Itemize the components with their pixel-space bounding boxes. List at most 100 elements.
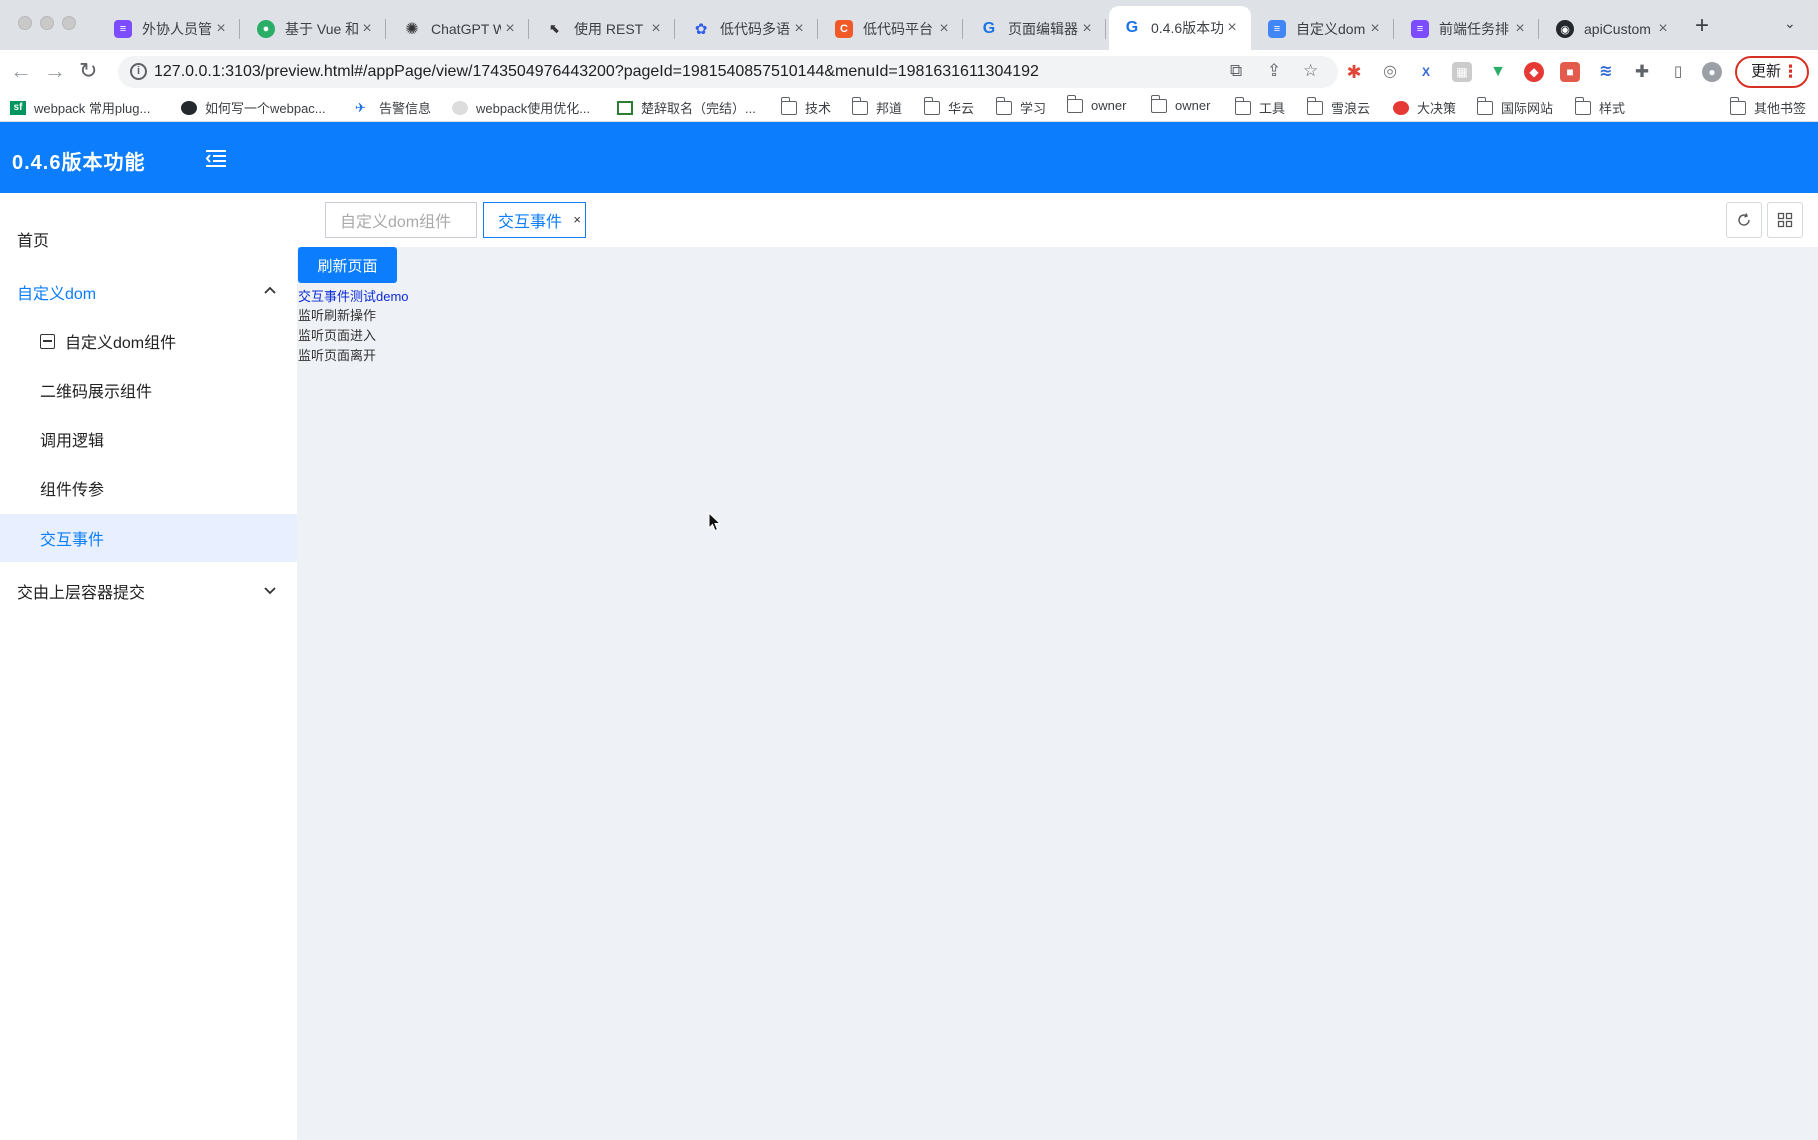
extension-shield-icon[interactable]: ◆: [1524, 62, 1544, 82]
bookmark-folder[interactable]: 国际网站: [1476, 96, 1553, 117]
close-icon[interactable]: ×: [212, 20, 230, 38]
tab-title: 自定义dom: [1296, 21, 1366, 37]
close-icon[interactable]: ×: [1366, 20, 1384, 38]
bookmark-folder[interactable]: 工具: [1234, 96, 1285, 117]
plane-icon: ✈: [355, 99, 366, 115]
window-close-button[interactable]: [18, 16, 32, 30]
bookmark-item[interactable]: 楚辞取名（完结）...: [617, 98, 756, 117]
egg-icon: [452, 100, 468, 115]
close-icon[interactable]: ×: [790, 20, 808, 38]
page-tabs-bar: 自定义dom组件 交互事件 ×: [297, 193, 1818, 247]
browser-tab[interactable]: ⬉ 使用 REST ×: [532, 8, 675, 50]
extension-eye-icon[interactable]: ◎: [1380, 62, 1400, 82]
browser-tab-active[interactable]: G 0.4.6版本功 ×: [1109, 6, 1251, 50]
browser-tab[interactable]: ✿ 低代码多语 ×: [678, 8, 818, 50]
menu-item-interaction-events[interactable]: 交互事件: [0, 514, 297, 562]
new-tab-button[interactable]: +: [1695, 12, 1709, 40]
bookmark-folder[interactable]: 雪浪云: [1306, 96, 1370, 117]
tab-title: 前端任务排: [1439, 21, 1509, 37]
close-icon[interactable]: ×: [573, 212, 581, 227]
folder-icon: [1476, 96, 1493, 115]
browser-tab[interactable]: ● 基于 Vue 和 ×: [243, 8, 386, 50]
layout-grid-button[interactable]: [1767, 202, 1803, 238]
share-icon[interactable]: ⇪: [1267, 61, 1281, 81]
menu-label: 交互事件: [40, 532, 105, 549]
bookmark-item[interactable]: sf webpack 常用plug...: [10, 98, 150, 117]
extension-colorful-icon[interactable]: ✱: [1344, 62, 1364, 82]
browser-tab[interactable]: ✺ ChatGPT W ×: [389, 8, 529, 50]
tab-search-icon[interactable]: ⌄: [1784, 15, 1796, 32]
vue-devtools-icon[interactable]: ▼: [1488, 62, 1508, 82]
refresh-page-button[interactable]: 刷新页面: [298, 247, 397, 283]
window-zoom-button[interactable]: [62, 16, 76, 30]
browser-tab[interactable]: C 低代码平台 ×: [821, 8, 963, 50]
bookmark-label: 楚辞取名（完结）...: [641, 101, 756, 116]
menu-item-component-params[interactable]: 组件传参: [0, 464, 297, 512]
menu-item-call-logic[interactable]: 调用逻辑: [0, 415, 297, 463]
bookmark-star-icon[interactable]: ☆: [1303, 61, 1318, 81]
translate-icon[interactable]: ⧉: [1230, 61, 1242, 81]
bookmark-item[interactable]: webpack使用优化...: [452, 98, 590, 117]
tab-title: 低代码多语: [720, 21, 790, 37]
update-button[interactable]: 更新 ⋮: [1735, 56, 1809, 88]
bookmarks-bar: sf webpack 常用plug... 如何写一个webpac... ✈ 告警信息…: [0, 94, 1818, 122]
other-bookmarks-folder[interactable]: 其他书签: [1729, 96, 1806, 117]
bookmark-folder[interactable]: 邦道: [851, 96, 903, 117]
bookmark-item[interactable]: 如何写一个webpac...: [181, 98, 326, 117]
extension-cube-icon[interactable]: ■: [1560, 62, 1580, 82]
menu-item-custom-dom-component[interactable]: 自定义dom组件: [0, 317, 297, 365]
tab-title: 0.4.6版本功: [1151, 20, 1223, 36]
bookmark-folder[interactable]: 样式: [1574, 96, 1625, 117]
bookmark-folder[interactable]: owner: [1150, 94, 1211, 113]
bookmark-label: 邦道: [876, 101, 903, 116]
extensions-puzzle-icon[interactable]: ✚: [1632, 62, 1652, 82]
extension-layers-icon[interactable]: ≋: [1596, 62, 1616, 82]
browser-tab[interactable]: ≡ 自定义dom ×: [1254, 8, 1394, 50]
extension-qr-icon[interactable]: ▦: [1452, 62, 1472, 82]
bookmark-item[interactable]: ✈ 告警信息: [355, 98, 431, 117]
bookmark-folder[interactable]: 华云: [923, 96, 975, 117]
tab-title: 基于 Vue 和: [285, 21, 358, 37]
close-icon[interactable]: ×: [358, 20, 376, 38]
menu-group-submit[interactable]: 交由上层容器提交: [0, 567, 297, 615]
menu-item-home[interactable]: 首页: [0, 215, 297, 263]
close-icon[interactable]: ×: [1223, 19, 1241, 37]
browser-tab-strip: ≡ 外协人员管 × ● 基于 Vue 和 × ✺ ChatGPT W × ⬉ 使…: [0, 0, 1818, 50]
close-icon[interactable]: ×: [647, 20, 665, 38]
profile-avatar-icon[interactable]: ●: [1702, 62, 1722, 82]
page-tab-custom-dom-component[interactable]: 自定义dom组件: [325, 202, 477, 238]
demo-title: 交互事件测试demo: [298, 289, 409, 304]
bookmark-item[interactable]: 大决策: [1393, 98, 1456, 117]
forward-icon[interactable]: →: [44, 58, 66, 84]
close-icon[interactable]: ×: [935, 20, 953, 38]
address-bar[interactable]: i 127.0.0.1:3103/preview.html#/appPage/v…: [118, 56, 1338, 88]
refresh-tab-button[interactable]: [1726, 202, 1762, 238]
page-tab-interaction-events[interactable]: 交互事件 ×: [483, 202, 586, 238]
bookmark-folder[interactable]: 技术: [780, 96, 831, 117]
browser-tab[interactable]: G 页面编辑器 ×: [966, 8, 1106, 50]
bookmark-folder[interactable]: owner: [1066, 94, 1126, 113]
site-info-icon[interactable]: i: [130, 63, 147, 80]
folder-icon: [851, 96, 868, 115]
browser-tab[interactable]: ≡ 前端任务排 ×: [1397, 8, 1539, 50]
back-icon[interactable]: ←: [10, 58, 32, 84]
menu-fold-icon[interactable]: [205, 149, 227, 167]
menu-group-custom-dom[interactable]: 自定义dom: [0, 268, 297, 316]
url-text[interactable]: 127.0.0.1:3103/preview.html#/appPage/vie…: [154, 63, 1039, 81]
browser-tab[interactable]: ≡ 外协人员管 ×: [100, 8, 240, 50]
close-icon[interactable]: ×: [1654, 20, 1672, 38]
close-icon[interactable]: ×: [1078, 20, 1096, 38]
menu-label: 自定义dom: [17, 286, 97, 303]
bookmark-folder[interactable]: 学习: [995, 96, 1046, 117]
side-panel-icon[interactable]: ▯: [1668, 62, 1688, 82]
menu-item-qrcode-component[interactable]: 二维码展示组件: [0, 366, 297, 414]
bookmark-label: 如何写一个webpac...: [205, 101, 326, 116]
close-icon[interactable]: ×: [1511, 20, 1529, 38]
bookmark-label: owner: [1175, 98, 1211, 113]
window-minimize-button[interactable]: [40, 16, 54, 30]
browser-tab[interactable]: ◉ apiCustom ×: [1542, 8, 1682, 50]
reload-icon[interactable]: ↻: [79, 58, 97, 84]
close-icon[interactable]: ×: [501, 20, 519, 38]
extension-x-icon[interactable]: X: [1416, 62, 1436, 82]
bookmark-label: 华云: [948, 101, 975, 116]
